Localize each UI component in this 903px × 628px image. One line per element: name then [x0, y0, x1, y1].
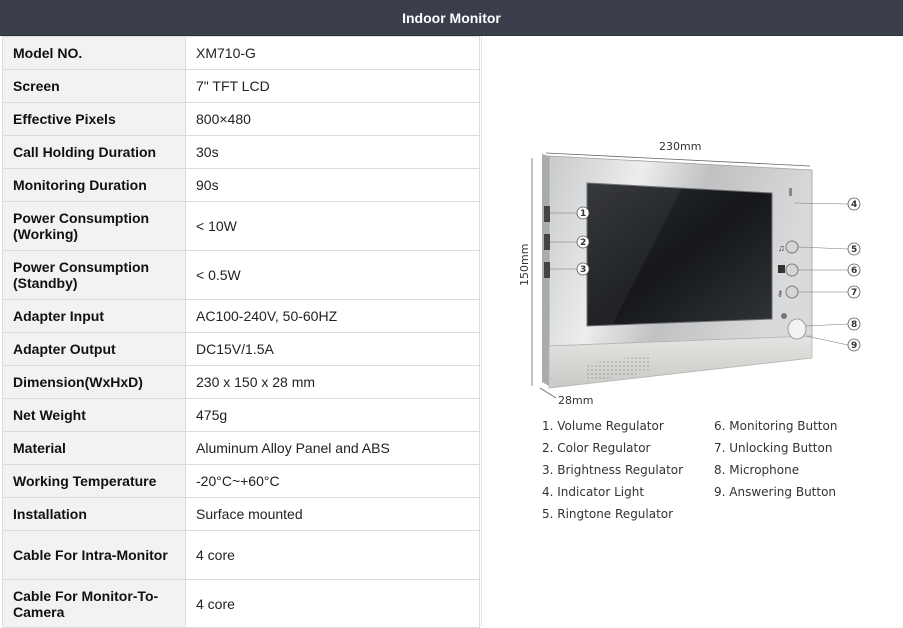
spec-value: 4 core — [185, 579, 480, 628]
indicator-light — [789, 188, 792, 196]
brightness-knob — [544, 262, 550, 278]
spec-label: Cable For Monitor-To-Camera — [2, 579, 186, 628]
table-row: Power Consumption (Standby) < 0.5W — [2, 250, 480, 300]
table-row: Cable For Monitor-To-Camera 4 core — [2, 579, 480, 628]
callout-5: 5 — [847, 242, 861, 256]
music-note-icon: ♫ — [778, 243, 785, 253]
spec-value: 800×480 — [185, 102, 480, 136]
depth-label: 28mm — [558, 394, 593, 407]
spec-value: Aluminum Alloy Panel and ABS — [185, 431, 480, 465]
key-icon: ⚷ — [777, 289, 783, 298]
unlocking-button — [785, 285, 799, 299]
spec-value: -20°C~+60°C — [185, 464, 480, 498]
spec-label: Effective Pixels — [2, 102, 186, 136]
legend-column-1: 1. Volume Regulator 2. Color Regulator 3… — [542, 415, 683, 525]
height-label: 150mm — [518, 244, 531, 286]
table-row: Power Consumption (Working) < 10W — [2, 201, 480, 251]
callout-4-label: 4 — [851, 200, 857, 210]
spec-label: Monitoring Duration — [2, 168, 186, 202]
table-row: Monitoring Duration 90s — [2, 168, 480, 202]
answering-button — [787, 318, 807, 340]
legend-item: 6. Monitoring Button — [714, 419, 838, 433]
table-row: Screen 7" TFT LCD — [2, 69, 480, 103]
table-row: Working Temperature -20°C~+60°C — [2, 464, 480, 498]
spec-value: XM710-G — [185, 36, 480, 70]
legend-item: 4. Indicator Light — [542, 485, 645, 499]
callout-2-label: 2 — [580, 238, 586, 248]
spec-label: Adapter Output — [2, 332, 186, 366]
callout-6-label: 6 — [851, 266, 857, 276]
monitoring-button — [785, 263, 799, 277]
spec-label: Power Consumption (Standby) — [2, 250, 186, 300]
legend-item: 8. Microphone — [714, 463, 800, 477]
spec-label: Cable For Intra-Monitor — [2, 530, 186, 580]
table-row: Net Weight 475g — [2, 398, 480, 432]
callout-7-label: 7 — [851, 288, 857, 298]
width-label: 230mm — [659, 140, 701, 153]
callout-7: 7 — [847, 285, 861, 299]
spec-value: < 0.5W — [185, 250, 480, 300]
table-row: Model NO. XM710-G — [2, 36, 480, 70]
callout-3: 3 — [576, 262, 590, 276]
spec-value: AC100-240V, 50-60HZ — [185, 299, 480, 333]
spec-label: Working Temperature — [2, 464, 186, 498]
spec-value: 7" TFT LCD — [185, 69, 480, 103]
spec-label: Dimension(WxHxD) — [2, 365, 186, 399]
spec-value: 90s — [185, 168, 480, 202]
spec-value: 4 core — [185, 530, 480, 580]
table-row: Adapter Input AC100-240V, 50-60HZ — [2, 299, 480, 333]
dimension-height: 150mm — [518, 158, 533, 386]
spec-label: Net Weight — [2, 398, 186, 432]
spec-label: Power Consumption (Working) — [2, 201, 186, 251]
callout-8-label: 8 — [851, 320, 857, 330]
callout-1-label: 1 — [580, 209, 586, 219]
legend-item: 3. Brightness Regulator — [542, 463, 684, 477]
microphone-hole — [781, 313, 787, 319]
callout-1: 1 — [576, 206, 590, 220]
spec-value: 230 x 150 x 28 mm — [185, 365, 480, 399]
dimension-depth: 28mm — [539, 387, 593, 407]
callout-9-label: 9 — [851, 341, 857, 351]
legend-item: 9. Answering Button — [714, 485, 837, 499]
spec-label: Screen — [2, 69, 186, 103]
spec-label: Call Holding Duration — [2, 135, 186, 169]
table-row: Effective Pixels 800×480 — [2, 102, 480, 136]
spec-label: Model NO. — [2, 36, 186, 70]
callout-3-label: 3 — [580, 265, 586, 275]
product-illustration-panel: 230mm 150mm 28mm ♫ ⚷ 1 2 3 4 5 6 7 8 9 1… — [481, 36, 903, 626]
legend-item: 1. Volume Regulator — [542, 419, 664, 433]
section-header: Indoor Monitor — [0, 0, 903, 36]
section-title: Indoor Monitor — [402, 9, 501, 26]
spec-label: Material — [2, 431, 186, 465]
table-row: Cable For Intra-Monitor 4 core — [2, 530, 480, 580]
spec-value: < 10W — [185, 201, 480, 251]
callout-4: 4 — [847, 197, 861, 211]
table-row: Dimension(WxHxD) 230 x 150 x 28 mm — [2, 365, 480, 399]
ringtone-button — [785, 240, 799, 254]
legend-item: 7. Unlocking Button — [714, 441, 833, 455]
table-row: Installation Surface mounted — [2, 497, 480, 531]
color-knob — [544, 234, 550, 250]
callout-2: 2 — [576, 235, 590, 249]
table-row: Material Aluminum Alloy Panel and ABS — [2, 431, 480, 465]
table-row: Adapter Output DC15V/1.5A — [2, 332, 480, 366]
legend-item: 5. Ringtone Regulator — [542, 507, 674, 521]
callout-5-label: 5 — [851, 245, 857, 255]
monitor-icon — [778, 265, 785, 273]
legend-column-2: 6. Monitoring Button 7. Unlocking Button… — [714, 415, 837, 503]
legend-item: 2. Color Regulator — [542, 441, 651, 455]
callout-6: 6 — [847, 263, 861, 277]
spec-label: Adapter Input — [2, 299, 186, 333]
table-row: Call Holding Duration 30s — [2, 135, 480, 169]
spec-value: 475g — [185, 398, 480, 432]
spec-table: Model NO. XM710-G Screen 7" TFT LCD Effect… — [2, 36, 480, 628]
callout-9: 9 — [847, 338, 861, 352]
spec-label: Installation — [2, 497, 186, 531]
spec-value: Surface mounted — [185, 497, 480, 531]
callout-8: 8 — [847, 317, 861, 331]
volume-knob — [544, 206, 550, 222]
spec-value: 30s — [185, 135, 480, 169]
monitor-diagram: 230mm 150mm 28mm ♫ ⚷ 1 2 3 4 5 6 7 8 9 — [518, 140, 861, 407]
spec-value: DC15V/1.5A — [185, 332, 480, 366]
